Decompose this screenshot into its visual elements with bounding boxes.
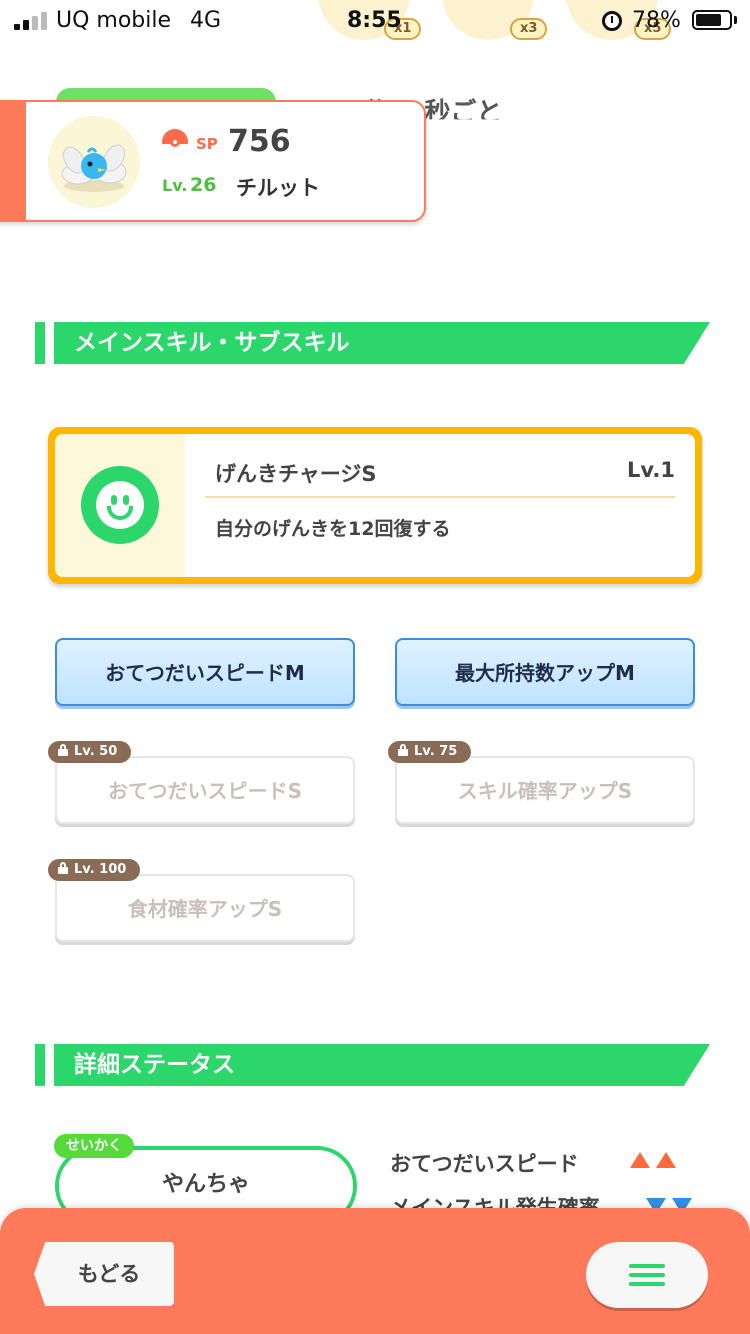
nature-value: やんちゃ [161, 1172, 250, 1197]
unlock-level-tag: Lv. 100 [48, 859, 141, 881]
pokemon-avatar [48, 116, 140, 208]
multiplier-badge: x3 [510, 18, 548, 40]
lock-icon [58, 744, 68, 756]
main-skill-inner: げんきチャージS Lv.1 自分のげんきを12回復する [55, 434, 695, 577]
sp-value: 756 [228, 124, 291, 159]
sub-skill-button[interactable]: 最大所持数アップM [395, 638, 695, 706]
stat-up-arrow-icon [656, 1152, 676, 1168]
pokemon-name: チルット [236, 176, 320, 200]
menu-button[interactable] [586, 1242, 708, 1308]
bottom-bar: もどる [0, 1208, 750, 1334]
section-title: メインスキル・サブスキル [74, 330, 350, 356]
sub-skill-button[interactable]: おてつだいスピードM [55, 638, 355, 706]
unlock-level-tag: Lv. 75 [388, 741, 472, 763]
battery-fill [696, 14, 721, 26]
lock-icon [398, 744, 408, 756]
battery-percent: 78% [632, 8, 681, 33]
pokeball-icon [162, 129, 188, 155]
sub-skill-button-locked[interactable]: スキル確率アップS [395, 756, 695, 824]
divider [205, 496, 675, 498]
section-marker [35, 1044, 45, 1086]
section-title: 詳細ステータス [74, 1052, 235, 1078]
main-skill-level: Lv.1 [627, 458, 675, 482]
sub-skill-button-locked[interactable]: おてつだいスピードS [55, 756, 355, 824]
stat-label: おてつだいスピード [390, 1152, 579, 1176]
back-button[interactable]: もどる [34, 1242, 174, 1306]
unlock-level-tag: Lv. 50 [48, 741, 132, 763]
battery-tip [734, 16, 737, 24]
main-skill-name: げんきチャージS [215, 462, 377, 486]
carrier-name: UQ mobile [56, 8, 172, 33]
stat-up-arrow-icon [630, 1152, 650, 1168]
battery-icon [692, 10, 732, 30]
section-header-details: 詳細ステータス [54, 1044, 710, 1086]
sp-label: SP [196, 135, 218, 153]
swablu-icon [61, 144, 127, 192]
main-skill-card[interactable]: げんきチャージS Lv.1 自分のげんきを12回復する [48, 427, 702, 584]
alarm-icon [602, 11, 622, 31]
pokemon-card[interactable]: SP 756 Lv. 26 チルット [0, 100, 426, 222]
level-label: Lv. [162, 176, 188, 195]
section-marker [35, 322, 45, 364]
nature-tag: せいかく [54, 1134, 134, 1158]
sub-skill-button-locked[interactable]: 食材確率アップS [55, 874, 355, 942]
clock: 8:55 [347, 8, 402, 33]
signal-icon [14, 12, 48, 30]
main-skill-description: 自分のげんきを12回復する [215, 518, 451, 540]
level-value: 26 [190, 174, 217, 196]
skill-icon-zone [55, 434, 185, 577]
lock-icon [58, 862, 68, 874]
section-header-skills: メインスキル・サブスキル [54, 322, 710, 364]
hamburger-menu-icon [586, 1242, 708, 1308]
network-type: 4G [190, 8, 222, 33]
card-accent [0, 102, 26, 220]
smile-icon [81, 466, 159, 544]
status-bar: x1 x3 x5 UQ mobile 4G 8:55 78% [0, 0, 750, 42]
